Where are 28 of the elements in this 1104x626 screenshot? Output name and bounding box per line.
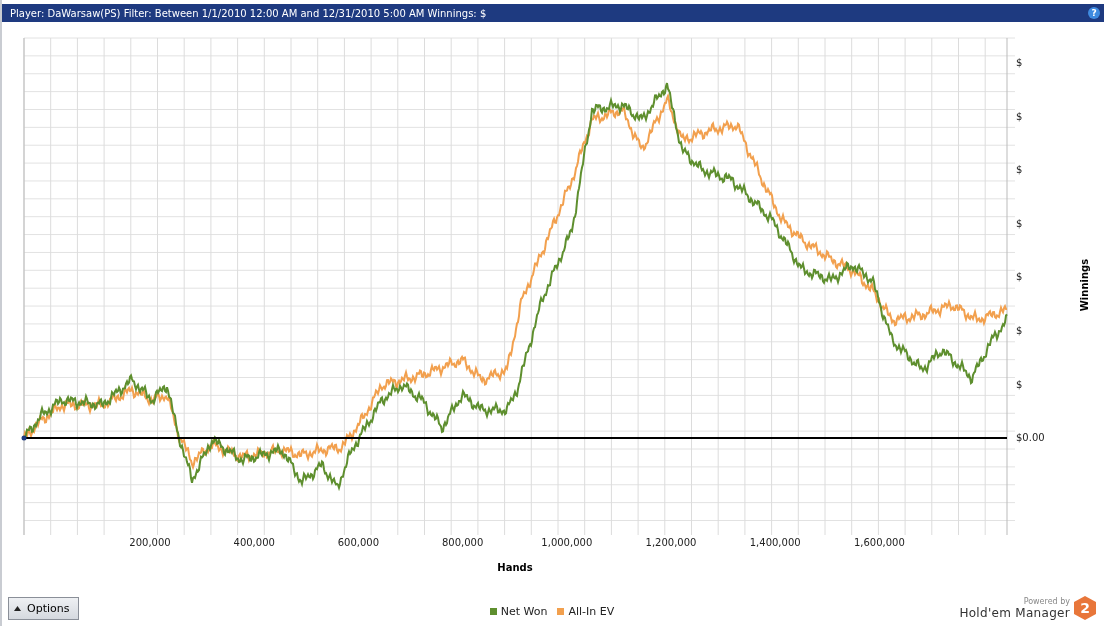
x-tick-label: 400,000 — [233, 537, 275, 548]
x-axis-title: Hands — [497, 562, 533, 573]
powered-by-text: Powered by — [1023, 597, 1070, 606]
y-tick-label: $ — [1016, 325, 1023, 336]
x-tick-label: 1,600,000 — [853, 537, 905, 548]
filter-summary: Player: DaWarsaw(PS) Filter: Between 1/1/2010 12:00 AM and 12/31/2010 5:00 AM Winnings: $ — [10, 7, 487, 19]
product-name: Hold'em Manager — [959, 606, 1070, 620]
start-point — [21, 435, 27, 441]
caret-icon — [14, 606, 21, 611]
y-tick-label: $ — [1016, 164, 1023, 176]
y-axis-title: Winnings — [1079, 258, 1090, 312]
y-tick-label: $0.00 — [1016, 432, 1045, 444]
y-tick-label: $ — [1016, 217, 1023, 229]
y-tick-label: $ — [1016, 378, 1023, 390]
x-tick-label: 1,000,000 — [541, 537, 593, 548]
x-tick-label: 200,000 — [129, 537, 171, 548]
hexagon-logo: 2 — [1074, 596, 1096, 620]
y-tick-label: $ — [1016, 57, 1023, 68]
help-button[interactable]: ? — [1088, 7, 1100, 19]
x-tick-label: 800,000 — [441, 537, 484, 548]
x-tick-label: 1,400,000 — [749, 537, 801, 548]
legend-label: All-In EV — [568, 605, 615, 618]
x-tick-label: 1,200,000 — [645, 537, 697, 548]
y-tick-label: $ — [1016, 271, 1023, 283]
options-button[interactable]: Options — [8, 597, 79, 620]
legend-label: Net Won — [500, 605, 548, 618]
x-tick-label: 600,000 — [337, 537, 380, 548]
y-tick-label: $ — [1016, 110, 1023, 122]
